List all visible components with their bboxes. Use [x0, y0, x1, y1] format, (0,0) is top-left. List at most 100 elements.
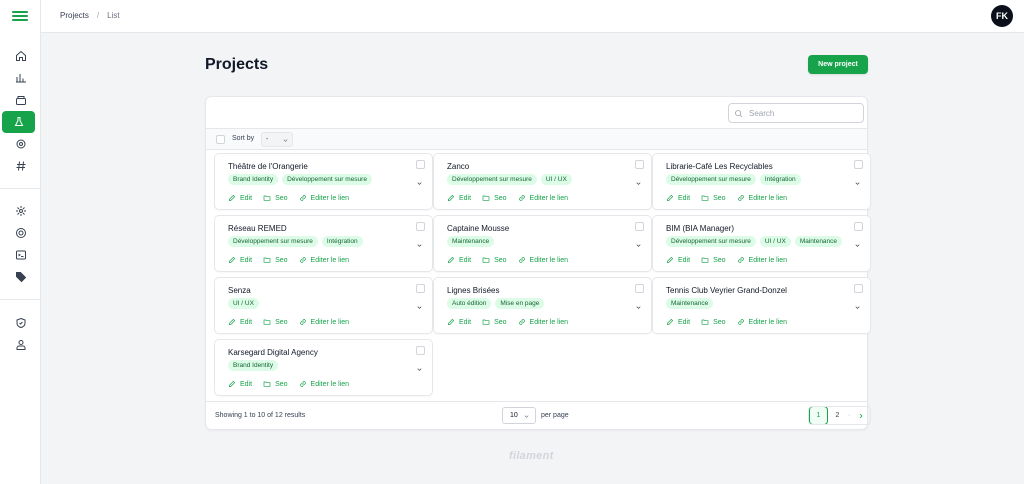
seo-action[interactable]: Seo: [482, 318, 507, 326]
link-action[interactable]: Editer le lien: [299, 318, 350, 326]
page-2-button[interactable]: 2: [828, 407, 847, 424]
row-checkbox[interactable]: [635, 284, 644, 293]
sort-select[interactable]: -: [261, 132, 293, 147]
row-checkbox[interactable]: [854, 160, 863, 169]
link-action[interactable]: Editer le lien: [518, 256, 568, 264]
seo-action[interactable]: Seo: [701, 318, 726, 326]
chevron-down-icon[interactable]: [416, 366, 423, 373]
chevron-down-icon[interactable]: [635, 242, 642, 249]
seo-action[interactable]: Seo: [263, 380, 288, 388]
link-action[interactable]: Editer le lien: [737, 194, 787, 202]
project-card[interactable]: Lignes Brisées Auto édition Mise en page …: [433, 277, 652, 334]
sidebar-item-config-1[interactable]: [0, 200, 41, 222]
new-project-button[interactable]: New project: [808, 55, 868, 74]
sidebar-item-products[interactable]: [0, 89, 41, 111]
seo-action[interactable]: Seo: [263, 318, 288, 326]
seo-action[interactable]: Seo: [482, 194, 507, 202]
seo-action[interactable]: Seo: [482, 256, 507, 264]
sidebar-item-tags[interactable]: [0, 155, 41, 177]
chevron-down-icon[interactable]: [854, 304, 861, 311]
pencil-icon: [229, 194, 236, 201]
chevron-down-icon[interactable]: [854, 242, 861, 249]
sidebar-item-config-4[interactable]: [0, 266, 41, 288]
row-checkbox[interactable]: [635, 222, 644, 231]
project-card[interactable]: Senza UI / UX Edit Seo Editer le lien: [214, 277, 433, 334]
edit-action[interactable]: Edit: [666, 256, 690, 264]
tag-list: Développement sur mesure Intégration: [666, 174, 801, 185]
row-checkbox[interactable]: [416, 284, 425, 293]
project-card[interactable]: Tennis Club Veyrier Grand-Donzel Mainten…: [652, 277, 871, 334]
page-1-button[interactable]: 1: [809, 407, 828, 424]
project-card[interactable]: Captaine Mousse Maintenance Edit Seo Edi…: [433, 215, 652, 272]
project-card[interactable]: Réseau REMED Développement sur mesure Int…: [214, 215, 433, 272]
link-icon: [737, 257, 744, 263]
link-action[interactable]: Editer le lien: [299, 194, 349, 202]
link-action-label: Editer le lien: [310, 256, 350, 264]
chevron-down-icon: [283, 139, 288, 142]
edit-action[interactable]: Edit: [447, 256, 471, 264]
select-all-checkbox[interactable]: [216, 135, 225, 144]
per-page-label: per page: [541, 412, 569, 419]
row-checkbox[interactable]: [416, 346, 425, 355]
tag-list: Développement sur mesure Intégration: [228, 236, 363, 247]
search-icon: [735, 109, 743, 117]
edit-action[interactable]: Edit: [228, 194, 252, 202]
avatar[interactable]: FK: [991, 5, 1013, 27]
chevron-down-icon[interactable]: [416, 242, 423, 249]
chart-icon: [15, 74, 26, 83]
row-checkbox[interactable]: [416, 222, 425, 231]
link-action-label: Editer le lien: [310, 318, 350, 326]
sidebar-item-home[interactable]: [0, 45, 41, 67]
edit-action[interactable]: Edit: [447, 194, 471, 202]
hamburger-icon[interactable]: [11, 9, 29, 23]
sidebar-item-config-2[interactable]: [0, 222, 41, 244]
link-action[interactable]: Editer le lien: [737, 318, 787, 326]
link-icon: [518, 195, 525, 201]
breadcrumb-projects[interactable]: Projects: [60, 11, 89, 20]
sidebar-item-permissions[interactable]: [0, 312, 41, 334]
sidebar-item-settings[interactable]: [0, 133, 41, 155]
tag-list: Maintenance: [447, 236, 495, 247]
row-checkbox[interactable]: [854, 222, 863, 231]
project-card[interactable]: BIM (BIA Manager) Développement sur mesu…: [652, 215, 871, 272]
link-action[interactable]: Editer le lien: [518, 194, 568, 202]
cog-icon: [15, 206, 26, 216]
seo-action[interactable]: Seo: [701, 194, 726, 202]
project-card[interactable]: Théâtre de l'Orangerie Brand Identity Dév…: [214, 153, 433, 210]
chevron-down-icon[interactable]: [635, 180, 642, 187]
edit-action[interactable]: Edit: [228, 256, 252, 264]
sidebar-item-users[interactable]: [0, 334, 41, 356]
box-icon: [15, 96, 26, 105]
project-card[interactable]: Zanco Développement sur mesure UI / UX Ed…: [433, 153, 652, 210]
edit-action[interactable]: Edit: [666, 318, 690, 326]
sidebar-item-stats[interactable]: [0, 67, 41, 89]
per-page-select[interactable]: 10: [502, 407, 536, 424]
sidebar-item-config-3[interactable]: [0, 244, 41, 266]
project-card[interactable]: Karsegard Digital Agency Brand Identity …: [214, 339, 433, 396]
project-title: Tennis Club Veyrier Grand-Donzel: [666, 286, 787, 295]
edit-action[interactable]: Edit: [228, 318, 252, 326]
search-input[interactable]: [749, 108, 859, 118]
sidebar-item-projects[interactable]: [2, 111, 35, 133]
seo-action[interactable]: Seo: [263, 194, 288, 202]
edit-action[interactable]: Edit: [447, 318, 471, 326]
next-page-button[interactable]: [851, 407, 870, 424]
seo-action[interactable]: Seo: [701, 256, 726, 264]
link-action[interactable]: Editer le lien: [299, 256, 350, 264]
row-checkbox[interactable]: [416, 160, 425, 169]
chevron-down-icon[interactable]: [635, 304, 642, 311]
edit-action[interactable]: Edit: [228, 380, 252, 388]
chevron-down-icon[interactable]: [854, 180, 861, 187]
link-action[interactable]: Editer le lien: [518, 318, 568, 326]
row-checkbox[interactable]: [635, 160, 644, 169]
edit-action[interactable]: Edit: [666, 194, 690, 202]
seo-action[interactable]: Seo: [263, 256, 288, 264]
edit-action-label: Edit: [240, 318, 253, 326]
link-action[interactable]: Editer le lien: [737, 256, 787, 264]
pencil-icon: [448, 256, 455, 263]
project-card[interactable]: Librarie-Café Les Recyclables Développem…: [652, 153, 871, 210]
link-action[interactable]: Editer le lien: [299, 380, 349, 388]
row-checkbox[interactable]: [854, 284, 863, 293]
chevron-down-icon[interactable]: [416, 304, 423, 311]
chevron-down-icon[interactable]: [416, 180, 423, 187]
